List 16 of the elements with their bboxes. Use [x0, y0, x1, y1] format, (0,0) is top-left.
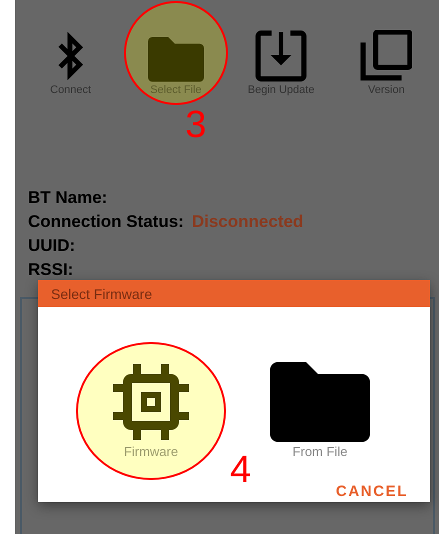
status-value: Disconnected [192, 211, 304, 233]
info-label: Connection Status: [28, 211, 184, 233]
folder-icon [270, 362, 370, 442]
info-label: RSSI: [28, 259, 74, 281]
info-label: BT Name: [28, 187, 108, 209]
copy-icon [360, 30, 412, 82]
step-number: 3 [185, 106, 206, 144]
option-button[interactable]: From File [270, 347, 370, 459]
chip-icon [111, 362, 191, 442]
step-number: 4 [230, 451, 252, 489]
info-label: UUID: [28, 235, 76, 257]
bluetooth-icon [58, 30, 84, 82]
cancel-button[interactable]: CANCEL [336, 481, 408, 502]
option-button[interactable]: Firmware [111, 347, 191, 459]
dialog-title: Select Firmware [51, 286, 152, 302]
download-icon [255, 30, 308, 82]
